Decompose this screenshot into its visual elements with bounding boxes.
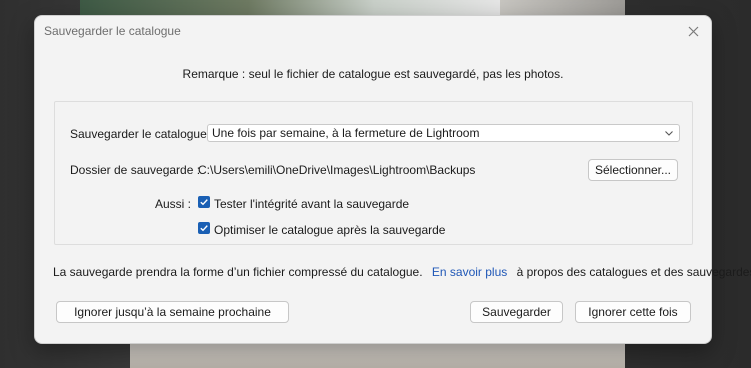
background-photo-top xyxy=(80,0,500,16)
dialog-title: Sauvegarder le catalogue xyxy=(44,24,181,38)
info-suffix: à propos des catalogues et des sauvegard… xyxy=(516,265,751,279)
checkmark-icon xyxy=(200,225,208,232)
info-prefix: La sauvegarde prendra la forme d’un fich… xyxy=(53,265,423,279)
test-integrity-label: Tester l'intégrité avant la sauvegarde xyxy=(214,197,410,211)
optimize-catalog-checkbox[interactable] xyxy=(198,222,210,234)
frequency-select[interactable]: Une fois par semaine, à la fermeture de … xyxy=(207,124,680,142)
close-icon-glyph xyxy=(688,26,698,36)
skip-until-next-week-button[interactable]: Ignorer jusqu’à la semaine prochaine xyxy=(56,301,289,323)
frequency-label: Sauvegarder le catalogue : xyxy=(70,127,214,141)
chevron-down-icon xyxy=(665,131,673,136)
test-integrity-checkbox[interactable] xyxy=(198,196,210,208)
backup-info-text: La sauvegarde prendra la forme d’un fich… xyxy=(53,265,751,279)
folder-path: C:\Users\emili\OneDrive\Images\Lightroom… xyxy=(198,163,476,177)
also-label: Aussi : xyxy=(155,197,192,211)
learn-more-link[interactable]: En savoir plus xyxy=(432,265,507,279)
close-icon[interactable] xyxy=(682,21,704,41)
folder-label: Dossier de sauvegarde : xyxy=(70,163,201,177)
checkmark-icon xyxy=(200,199,208,206)
frequency-select-value: Une fois par semaine, à la fermeture de … xyxy=(212,126,480,140)
settings-group: Sauvegarder le catalogue : Une fois par … xyxy=(54,101,693,245)
backup-catalog-dialog: Sauvegarder le catalogue Remarque : seul… xyxy=(34,15,751,344)
select-folder-button[interactable]: Sélectionner... xyxy=(588,159,678,181)
skip-this-time-button[interactable]: Ignorer cette fois xyxy=(575,301,691,323)
save-button[interactable]: Sauvegarder xyxy=(470,301,563,323)
dialog-note: Remarque : seul le fichier de catalogue … xyxy=(182,67,564,81)
optimize-catalog-label: Optimiser le catalogue après la sauvegar… xyxy=(214,223,446,237)
